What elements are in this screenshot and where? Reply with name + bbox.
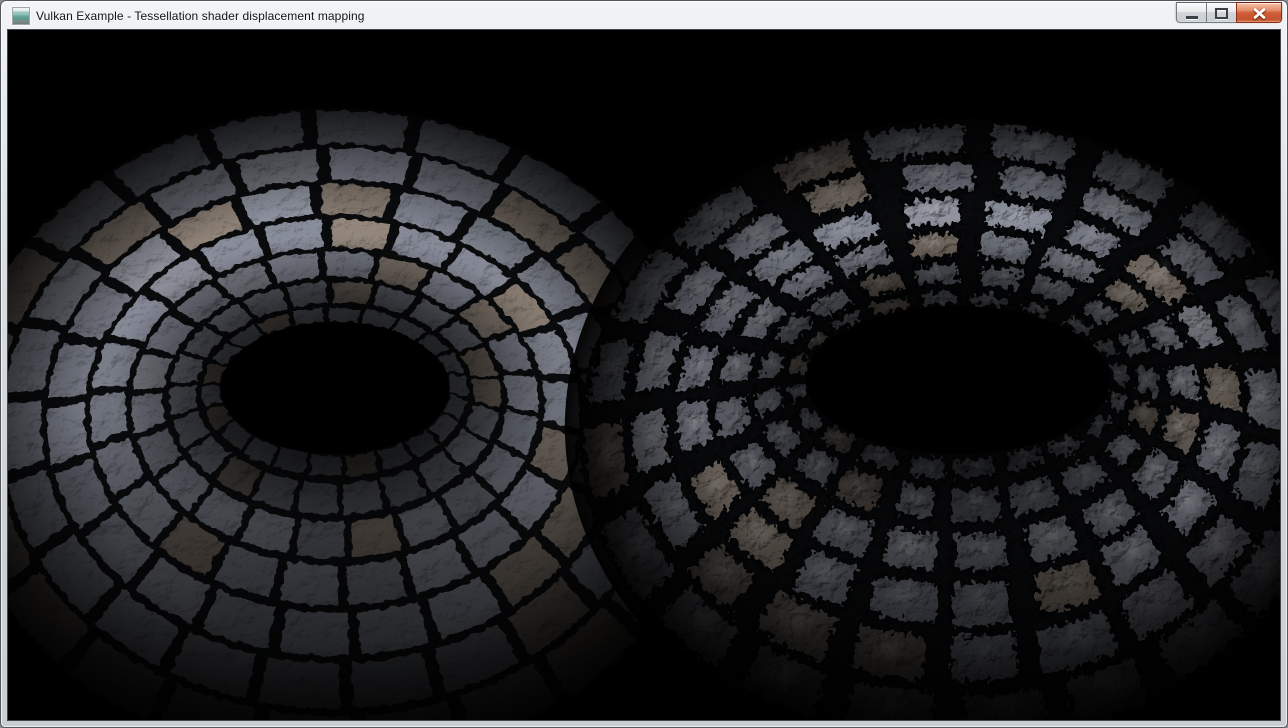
close-icon [1253, 8, 1266, 19]
minimize-button[interactable] [1176, 2, 1206, 23]
window-controls [1176, 2, 1282, 21]
app-window: Vulkan Example - Tessellation shader dis… [0, 0, 1288, 728]
app-icon[interactable] [12, 7, 30, 25]
maximize-icon [1215, 8, 1228, 19]
close-button[interactable] [1236, 2, 1282, 23]
bottom-shade-overlay [8, 30, 1280, 720]
minimize-icon [1186, 16, 1198, 19]
title-bar[interactable]: Vulkan Example - Tessellation shader dis… [2, 2, 1286, 30]
vulkan-render-viewport [8, 30, 1280, 720]
maximize-button[interactable] [1206, 2, 1236, 23]
window-title: Vulkan Example - Tessellation shader dis… [36, 9, 365, 23]
render-client-area [8, 30, 1280, 720]
